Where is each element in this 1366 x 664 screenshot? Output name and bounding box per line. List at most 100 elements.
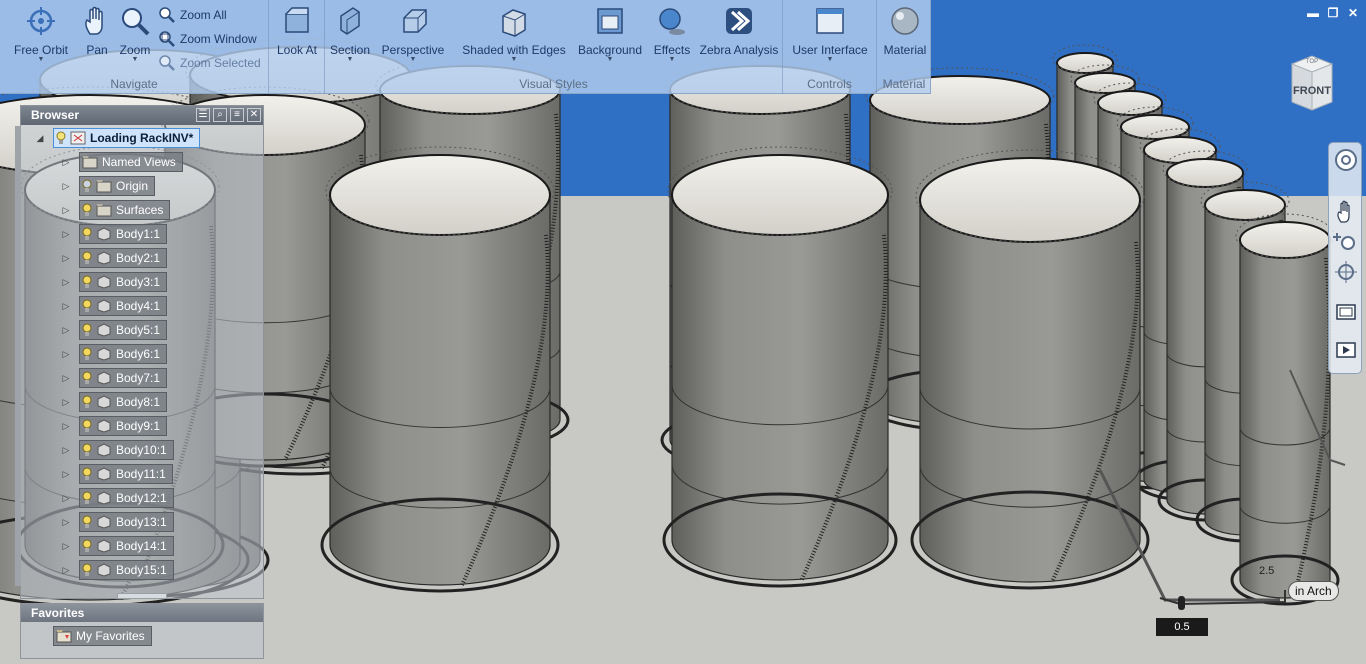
tree-node[interactable]: Named Views (79, 152, 183, 172)
expand-icon[interactable]: ▷ (61, 349, 71, 360)
orbit-nav-icon[interactable] (1333, 259, 1359, 285)
viewcube[interactable]: TOP FRONT (1286, 52, 1338, 112)
zoom-window-button[interactable]: Zoom Window (158, 28, 257, 50)
tree-node[interactable]: Body2:1 (79, 248, 168, 268)
lightbulb-icon[interactable] (82, 563, 92, 577)
chevron-down-icon[interactable]: ▼ (651, 56, 693, 63)
tree-row[interactable]: ▷ Body8:1 (63, 392, 168, 412)
browser-close-icon[interactable]: ✕ (247, 108, 261, 122)
chevron-down-icon[interactable]: ▼ (379, 56, 447, 63)
tree-node[interactable]: Body5:1 (79, 320, 168, 340)
lightbulb-icon[interactable] (82, 443, 92, 457)
chevron-down-icon[interactable]: ▼ (327, 56, 373, 63)
tree-node[interactable]: Body12:1 (79, 488, 174, 508)
chevron-down-icon[interactable]: ▼ (116, 56, 154, 63)
lightbulb-icon[interactable] (82, 299, 92, 313)
lightbulb-icon[interactable] (82, 179, 92, 193)
tree-row[interactable]: ▷ Body7:1 (63, 368, 168, 388)
expand-icon[interactable]: ▷ (61, 565, 71, 576)
lightbulb-icon[interactable] (82, 323, 92, 337)
tree-root-row[interactable]: ◢ Loading RackINV* (35, 128, 201, 148)
tree-node[interactable]: Body15:1 (79, 560, 174, 580)
pan-icon[interactable] (1333, 199, 1359, 225)
tree-root-node[interactable]: Loading RackINV* (53, 128, 201, 148)
tree-row[interactable]: ▷ Body5:1 (63, 320, 168, 340)
expand-icon[interactable]: ▷ (61, 157, 71, 168)
tree-node[interactable]: Body6:1 (79, 344, 168, 364)
shaded-with-edges-button[interactable]: Shaded with Edges ▼ (461, 4, 567, 66)
my-favorites-item[interactable]: My Favorites (53, 626, 152, 646)
expand-icon[interactable]: ▷ (61, 397, 71, 408)
viewport[interactable]: Free Orbit ▼ Pan Zoom ▼ Zoom All Zoom Wi… (0, 0, 1366, 664)
look-at-nav-icon[interactable] (1333, 299, 1359, 325)
expand-icon[interactable]: ▷ (61, 373, 71, 384)
material-button[interactable]: Material (881, 4, 929, 66)
lightbulb-icon[interactable] (82, 371, 92, 385)
expand-icon[interactable]: ▷ (61, 541, 71, 552)
tree-node[interactable]: Body11:1 (79, 464, 173, 484)
zoom-nav-icon[interactable] (1333, 229, 1359, 255)
lightbulb-icon[interactable] (82, 251, 92, 265)
expand-icon[interactable]: ▷ (61, 181, 71, 192)
expand-icon[interactable]: ▷ (61, 469, 71, 480)
effects-button[interactable]: Effects ▼ (651, 4, 693, 66)
tree-row[interactable]: ▷ Body14:1 (63, 536, 174, 556)
tree-node[interactable]: Origin (79, 176, 156, 196)
tree-row[interactable]: ▷ Named Views (63, 152, 183, 172)
tree-row[interactable]: ▷ Body3:1 (63, 272, 168, 292)
tree-node[interactable]: Body8:1 (79, 392, 168, 412)
expand-icon[interactable]: ▷ (61, 205, 71, 216)
tree-row[interactable]: ▷ Body6:1 (63, 344, 168, 364)
tree-node[interactable]: Body14:1 (79, 536, 174, 556)
chevron-down-icon[interactable]: ▼ (575, 56, 645, 63)
pan-button[interactable]: Pan (78, 4, 116, 66)
browser-search-icon[interactable]: ⌕ (213, 108, 227, 122)
storage-tank[interactable] (1230, 213, 1340, 606)
lightbulb-icon[interactable] (82, 203, 92, 217)
tree-node[interactable]: Body10:1 (79, 440, 174, 460)
lightbulb-icon[interactable] (82, 491, 92, 505)
lightbulb-icon[interactable] (82, 539, 92, 553)
lightbulb-icon[interactable] (82, 395, 92, 409)
chevron-down-icon[interactable]: ▼ (461, 56, 567, 63)
tree-node[interactable]: Body1:1 (79, 224, 168, 244)
tree-row[interactable]: ▷ Body1:1 (63, 224, 168, 244)
expand-icon[interactable]: ▷ (61, 301, 71, 312)
lightbulb-icon[interactable] (82, 227, 92, 241)
chevron-down-icon[interactable]: ▼ (8, 56, 74, 63)
expand-icon[interactable]: ▷ (61, 517, 71, 528)
lightbulb-icon[interactable] (82, 419, 92, 433)
tree-node[interactable]: Surfaces (79, 200, 171, 220)
tree-row[interactable]: ▷ Body13:1 (63, 512, 174, 532)
restore-icon[interactable]: ❐ (1326, 6, 1340, 20)
storage-tank[interactable] (662, 146, 898, 588)
section-button[interactable]: Section ▼ (327, 4, 373, 66)
tree-node[interactable]: Body4:1 (79, 296, 168, 316)
expand-icon[interactable]: ▷ (61, 325, 71, 336)
storage-tank[interactable] (910, 149, 1150, 590)
tree-row[interactable]: ▷ Body15:1 (63, 560, 174, 580)
tree-node[interactable]: Body7:1 (79, 368, 168, 388)
tree-row[interactable]: ▷ Body9:1 (63, 416, 168, 436)
tree-row[interactable]: ▷ Body2:1 (63, 248, 168, 268)
expand-icon[interactable]: ▷ (61, 253, 71, 264)
tree-row[interactable]: ▷ Body11:1 (63, 464, 173, 484)
tree-row[interactable]: ▷ Body10:1 (63, 440, 174, 460)
tree-row[interactable]: ▷ Surfaces (63, 200, 171, 220)
browser-menu-icon[interactable]: ≡ (230, 108, 244, 122)
storage-tank[interactable] (320, 146, 560, 593)
expand-icon[interactable]: ▷ (61, 493, 71, 504)
lightbulb-icon[interactable] (82, 467, 92, 481)
tree-row[interactable]: ▷ Origin (63, 176, 156, 196)
tree-node[interactable]: Body9:1 (79, 416, 168, 436)
browser-scrollbar[interactable] (15, 126, 21, 586)
steering-wheel-icon[interactable] (1333, 147, 1359, 173)
chevron-down-icon[interactable]: ▼ (791, 56, 869, 63)
background-button[interactable]: Background ▼ (575, 4, 645, 66)
lightbulb-icon[interactable] (82, 275, 92, 289)
expand-icon[interactable]: ▷ (61, 421, 71, 432)
zoom-selected-button[interactable]: Zoom Selected (158, 52, 261, 74)
tree-row[interactable]: ▷ Body4:1 (63, 296, 168, 316)
lightbulb-icon[interactable] (82, 347, 92, 361)
perspective-button[interactable]: Perspective ▼ (379, 4, 447, 66)
